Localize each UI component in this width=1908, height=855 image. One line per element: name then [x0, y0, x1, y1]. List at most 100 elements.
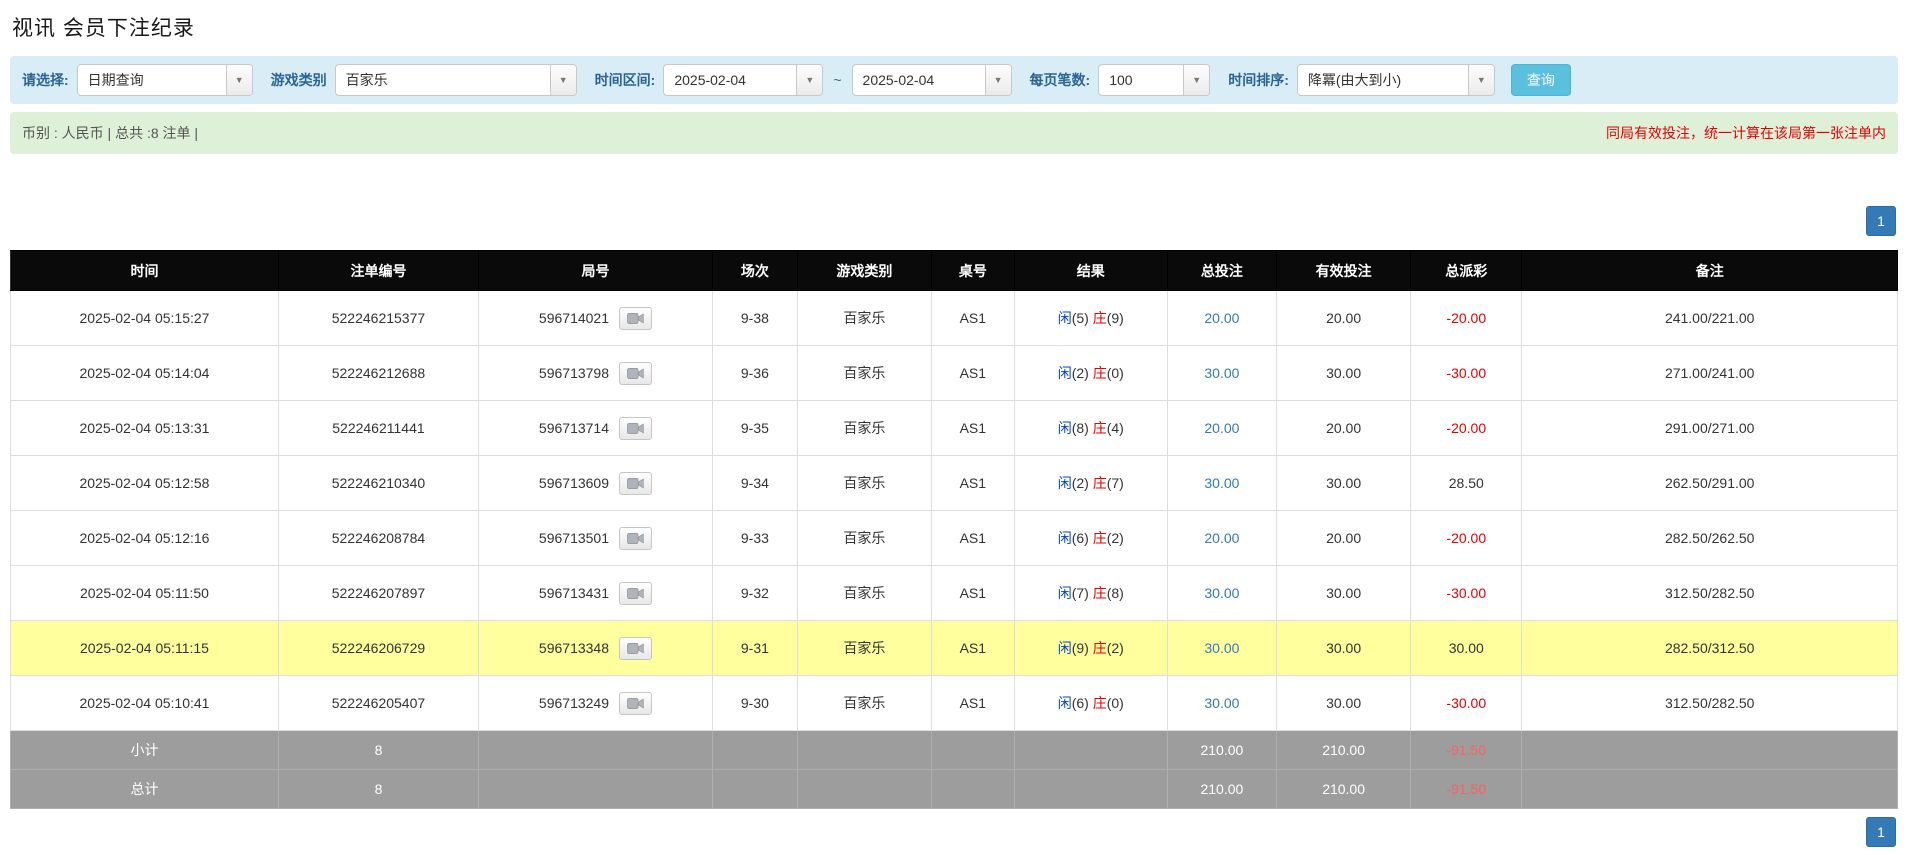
date-from-dropdown[interactable]: 2025-02-04 ▼: [663, 64, 823, 96]
replay-video-button[interactable]: [619, 582, 652, 605]
result-banker-score: (0): [1107, 365, 1124, 381]
cell-remark: 312.50/282.50: [1522, 566, 1898, 621]
footer-empty-cell: [478, 731, 712, 770]
total-bet-link[interactable]: 30.00: [1204, 475, 1239, 491]
time-sort-label: 时间排序:: [1228, 70, 1289, 90]
cell-table-no: AS1: [931, 291, 1014, 346]
time-sort-dropdown[interactable]: 降冪(由大到小) ▼: [1297, 64, 1495, 96]
replay-video-button[interactable]: [619, 637, 652, 660]
page-button-1[interactable]: 1: [1866, 206, 1896, 236]
chevron-down-icon[interactable]: ▼: [550, 65, 576, 95]
cell-session: 9-38: [712, 291, 797, 346]
cell-game-type: 百家乐: [797, 346, 931, 401]
cell-remark: 291.00/271.00: [1522, 401, 1898, 456]
result-banker-score: (8): [1107, 585, 1124, 601]
result-banker-label: 庄: [1093, 695, 1107, 711]
cell-session: 9-32: [712, 566, 797, 621]
table-row: 2025-02-04 05:15:27 522246215377 5967140…: [11, 291, 1898, 346]
cell-time: 2025-02-04 05:10:41: [11, 676, 279, 731]
time-sort-value: 降冪(由大到小): [1298, 65, 1468, 95]
replay-video-button[interactable]: [619, 362, 652, 385]
cell-time: 2025-02-04 05:12:16: [11, 511, 279, 566]
result-banker-label: 庄: [1093, 365, 1107, 381]
col-header-game-type: 游戏类别: [797, 251, 931, 291]
cell-session: 9-31: [712, 621, 797, 676]
cell-payout: -20.00: [1411, 511, 1522, 566]
table-row: 2025-02-04 05:12:58 522246210340 5967136…: [11, 456, 1898, 511]
col-header-time: 时间: [11, 251, 279, 291]
currency-total-summary: 币别 : 人民币 | 总共 :8 注单 |: [22, 123, 198, 143]
result-player-label: 闲: [1058, 530, 1072, 546]
cell-bet-id: 522246208784: [278, 511, 478, 566]
cell-result: 闲(2) 庄(7): [1014, 456, 1167, 511]
replay-video-button[interactable]: [619, 417, 652, 440]
video-camera-icon: [627, 587, 644, 600]
cell-session: 9-36: [712, 346, 797, 401]
replay-video-button[interactable]: [619, 692, 652, 715]
page-button-1[interactable]: 1: [1866, 817, 1896, 847]
result-player-label: 闲: [1058, 310, 1072, 326]
cell-round: 596713714: [478, 401, 712, 456]
cell-bet-id: 522246206729: [278, 621, 478, 676]
query-type-dropdown[interactable]: 日期查询 ▼: [77, 64, 253, 96]
total-bet-link[interactable]: 20.00: [1204, 420, 1239, 436]
game-type-dropdown[interactable]: 百家乐 ▼: [335, 64, 577, 96]
total-bet-link[interactable]: 30.00: [1204, 585, 1239, 601]
cell-round: 596713798: [478, 346, 712, 401]
table-row: 2025-02-04 05:11:15 522246206729 5967133…: [11, 621, 1898, 676]
result-player-score: (7): [1072, 585, 1089, 601]
subtotal-row: 小计 8 210.00 210.00 -91.50: [11, 731, 1898, 770]
chevron-down-icon[interactable]: ▼: [796, 65, 822, 95]
summary-bar: 币别 : 人民币 | 总共 :8 注单 | 同局有效投注，统一计算在该局第一张注…: [10, 112, 1898, 154]
result-banker-score: (2): [1107, 530, 1124, 546]
cell-time: 2025-02-04 05:12:58: [11, 456, 279, 511]
cell-valid-bet: 20.00: [1277, 511, 1411, 566]
total-bet-link[interactable]: 30.00: [1204, 640, 1239, 656]
page-size-dropdown[interactable]: 100 ▼: [1098, 64, 1210, 96]
table-row: 2025-02-04 05:12:16 522246208784 5967135…: [11, 511, 1898, 566]
col-header-result: 结果: [1014, 251, 1167, 291]
cell-time: 2025-02-04 05:13:31: [11, 401, 279, 456]
video-camera-icon: [627, 367, 644, 380]
chevron-down-icon[interactable]: ▼: [1468, 65, 1494, 95]
footer-empty-cell: [1522, 770, 1898, 809]
game-type-label: 游戏类别: [271, 70, 327, 90]
total-bet-link[interactable]: 20.00: [1204, 530, 1239, 546]
replay-video-button[interactable]: [619, 472, 652, 495]
page-size-label: 每页笔数:: [1030, 70, 1091, 90]
cell-total-bet: 30.00: [1167, 346, 1276, 401]
table-row: 2025-02-04 05:10:41 522246205407 5967132…: [11, 676, 1898, 731]
total-bet-link[interactable]: 30.00: [1204, 695, 1239, 711]
total-row: 总计 8 210.00 210.00 -91.50: [11, 770, 1898, 809]
footer-empty-cell: [1014, 731, 1167, 770]
cell-round: 596713609: [478, 456, 712, 511]
total-bet-link[interactable]: 20.00: [1204, 310, 1239, 326]
result-player-score: (8): [1072, 420, 1089, 436]
chevron-down-icon[interactable]: ▼: [985, 65, 1011, 95]
chevron-down-icon[interactable]: ▼: [226, 65, 252, 95]
col-header-payout: 总派彩: [1411, 251, 1522, 291]
search-button[interactable]: 查询: [1511, 64, 1571, 96]
cell-game-type: 百家乐: [797, 291, 931, 346]
footer-empty-cell: [1014, 770, 1167, 809]
result-player-score: (6): [1072, 530, 1089, 546]
result-player-score: (6): [1072, 695, 1089, 711]
replay-video-button[interactable]: [619, 307, 652, 330]
cell-remark: 241.00/221.00: [1522, 291, 1898, 346]
cell-remark: 271.00/241.00: [1522, 346, 1898, 401]
cell-table-no: AS1: [931, 676, 1014, 731]
chevron-down-icon[interactable]: ▼: [1183, 65, 1209, 95]
subtotal-count: 8: [278, 731, 478, 770]
result-player-score: (2): [1072, 365, 1089, 381]
replay-video-button[interactable]: [619, 527, 652, 550]
cell-total-bet: 20.00: [1167, 511, 1276, 566]
result-player-score: (5): [1072, 310, 1089, 326]
footer-empty-cell: [712, 770, 797, 809]
result-banker-label: 庄: [1093, 640, 1107, 656]
pagination-top: 1: [10, 206, 1896, 236]
video-camera-icon: [627, 642, 644, 655]
date-to-value: 2025-02-04: [853, 65, 985, 95]
cell-time: 2025-02-04 05:14:04: [11, 346, 279, 401]
total-bet-link[interactable]: 30.00: [1204, 365, 1239, 381]
date-to-dropdown[interactable]: 2025-02-04 ▼: [852, 64, 1012, 96]
